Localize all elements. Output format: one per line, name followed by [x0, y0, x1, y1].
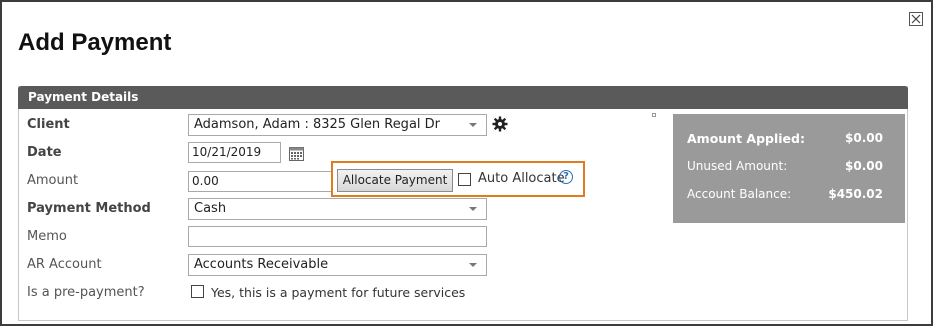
add-payment-dialog: Add Payment Payment Details Client Adams… [0, 0, 933, 326]
client-select-value: Adamson, Adam : 8325 Glen Regal Dr [194, 117, 441, 132]
memo-label: Memo [27, 229, 67, 244]
payment-method-value: Cash [194, 201, 227, 216]
amount-input[interactable]: 0.00 [188, 171, 333, 192]
prepayment-checkbox[interactable] [191, 285, 204, 298]
account-balance-value: $450.02 [828, 187, 883, 201]
unused-amount-label: Unused Amount: [687, 159, 788, 173]
memo-input[interactable] [188, 226, 487, 247]
close-icon [911, 14, 921, 24]
amount-applied-label: Amount Applied: [687, 131, 805, 146]
date-input[interactable]: 10/21/2019 [188, 142, 281, 163]
gear-icon[interactable] [492, 116, 508, 132]
chevron-down-icon [469, 123, 477, 127]
payment-method-select[interactable]: Cash [188, 198, 487, 220]
calendar-icon[interactable] [289, 147, 304, 161]
payment-method-label: Payment Method [27, 201, 151, 216]
ar-account-label: AR Account [27, 257, 102, 272]
client-select[interactable]: Adamson, Adam : 8325 Glen Regal Dr [188, 114, 487, 136]
account-balance-label: Account Balance: [687, 187, 792, 201]
dialog-title: Add Payment [18, 29, 172, 56]
allocate-payment-button[interactable]: Allocate Payment [337, 169, 453, 192]
payment-details-panel: Payment Details Client Adamson, Adam : 8… [18, 86, 908, 321]
unused-amount-value: $0.00 [845, 159, 883, 173]
chevron-down-icon [469, 207, 477, 211]
ar-account-select[interactable]: Accounts Receivable [188, 254, 487, 276]
payment-summary-box: Amount Applied: $0.00 Unused Amount: $0.… [673, 114, 905, 223]
amount-applied-value: $0.00 [845, 131, 883, 145]
client-label: Client [27, 117, 70, 132]
ar-account-value: Accounts Receivable [194, 257, 329, 272]
amount-label: Amount [27, 173, 79, 188]
date-label: Date [27, 145, 62, 160]
auto-allocate-checkbox[interactable] [458, 173, 471, 186]
prepayment-checkbox-label: Yes, this is a payment for future servic… [211, 285, 466, 300]
panel-header: Payment Details [18, 86, 908, 109]
help-icon[interactable]: ? [559, 170, 573, 184]
resize-handle-icon [652, 113, 656, 117]
auto-allocate-label: Auto Allocate [478, 171, 565, 186]
chevron-down-icon [469, 263, 477, 267]
close-button[interactable] [909, 12, 923, 26]
prepayment-label: Is a pre-payment? [27, 285, 145, 300]
